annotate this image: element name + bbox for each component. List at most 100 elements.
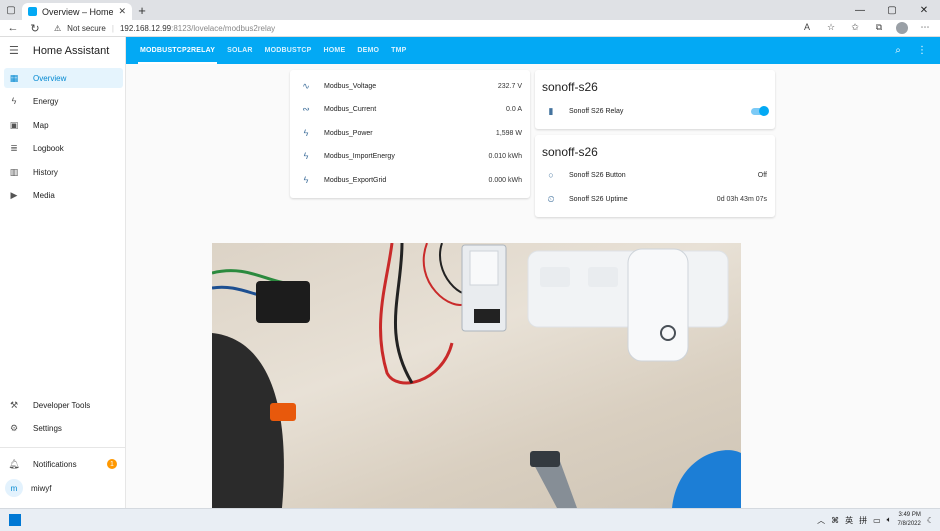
browser-tab-bar: ▢ Overview – Home Assistant ✕ + — ▢ ✕ [0,0,940,20]
sidebar-item-label: History [33,167,58,177]
sidebar-item-history[interactable]: ▥ History [4,162,123,182]
window-menu-icon[interactable]: ▢ [0,0,22,20]
hammer-icon: ⚒ [9,399,19,410]
entity-row[interactable]: ∿ Modbus_Voltage 232.7 V [300,79,522,93]
user-avatar: m [5,479,23,497]
network-icon[interactable]: ▭ [873,516,881,525]
omnibox[interactable]: ⚠ Not secure | 192.168.12.99:8123/lovela… [48,21,792,36]
entity-value: 1,598 W [495,129,522,137]
url-host: 192.168.12.99 [119,23,172,33]
close-window-icon[interactable]: ✕ [908,5,940,16]
entity-row[interactable]: ϟ Modbus_ExportGrid 0.000 kWh [300,173,522,187]
tab-tmp[interactable]: TMP [385,37,412,64]
os-taskbar: ︿ ⌘ 英 拼 ▭ 🔈︎ 3:49 PM 7/8/2022 ☾ [0,508,940,531]
tab-demo[interactable]: DEMO [351,37,385,64]
tab-modbustcp2relay[interactable]: MODBUSTCP2RELAY [134,37,221,64]
url-text[interactable]: 192.168.12.99:8123/lovelace/modbus2relay [120,24,275,33]
entity-value: 232.7 V [497,82,522,90]
collections-icon[interactable]: ⧉ [868,22,890,34]
map-icon: ▣ [9,119,19,130]
sidebar-item-notifications[interactable]: 🔔︎ Notifications [4,454,123,474]
new-tab-button[interactable]: + [132,3,152,18]
timer-icon: ⏲ [547,193,555,204]
sidebar-item-label: Energy [33,96,59,106]
profile-avatar-icon[interactable] [896,22,908,34]
more-options-icon[interactable]: ⋯ [914,22,936,34]
entity-row[interactable]: ⏲ Sonoff S26 Uptime 0d 03h 43m 07s [545,192,767,206]
sidebar-item-map[interactable]: ▣ Map [4,115,123,135]
start-button-icon[interactable] [9,514,21,526]
favorite-star-icon[interactable]: ☆ [820,22,842,34]
tab-solar[interactable]: SOLAR [221,37,259,64]
refresh-icon[interactable]: ↻ [26,22,44,35]
entity-name: Modbus_ImportEnergy [324,152,395,160]
taskbar-clock[interactable]: 3:49 PM 7/8/2022 [897,511,920,529]
tab-home[interactable]: HOME [318,37,352,64]
modbus-entities-card: ∿ Modbus_Voltage 232.7 V ∾ Modbus_Curren… [290,70,530,198]
card-title: sonoff-s26 [542,145,598,159]
sidebar-item-label: Overview [33,73,67,83]
browser-tab-title: Overview – Home Assistant [42,6,114,17]
flash-icon: ϟ [303,175,309,185]
sidebar-item-energy[interactable]: ϟ Energy [4,91,123,111]
sidebar-item-developer-tools[interactable]: ⚒ Developer Tools [4,395,123,415]
sidebar-item-label: Settings [33,423,62,433]
sidebar-header: ☰ Home Assistant [0,37,125,64]
ime-mode-icon[interactable]: ⌘ [831,516,839,525]
sidebar-divider [0,447,126,448]
search-icon[interactable]: ⌕ [886,45,910,56]
close-tab-icon[interactable]: ✕ [118,6,126,17]
back-arrow-icon[interactable]: ← [4,22,22,34]
entity-row[interactable]: ○ Sonoff S26 Button Off [545,168,767,182]
system-tray: ︿ ⌘ 英 拼 ▭ 🔈︎ [817,515,891,526]
home-assistant-favicon-icon [28,7,37,16]
play-box-icon: ▶ [10,189,18,200]
entity-row[interactable]: ▮ Sonoff S26 Relay [545,104,769,118]
more-vertical-icon[interactable]: ⋮ [910,45,934,56]
warning-icon[interactable]: ⚠ [54,24,61,33]
power-socket-icon: ▮ [548,105,554,116]
sidebar-item-label: Map [33,120,49,130]
sidebar-item-label: Media [33,190,55,200]
ha-header: MODBUSTCP2RELAY SOLAR MODBUSTCP HOME DEM… [126,37,940,64]
chevron-up-icon[interactable]: ︿ [817,515,825,526]
clock-time: 3:49 PM [898,512,921,518]
camera-picture-card [212,243,741,508]
relay-toggle[interactable] [751,105,769,116]
maximize-icon[interactable]: ▢ [876,5,908,16]
sidebar-item-logbook[interactable]: ≣ Logbook [4,138,123,158]
ime-input-method[interactable]: 拼 [859,515,867,526]
sidebar-item-profile[interactable]: m miwyf [4,478,123,498]
dashboard-main: ∿ Modbus_Voltage 232.7 V ∾ Modbus_Curren… [126,64,940,508]
minimize-icon[interactable]: — [844,5,876,16]
ime-language[interactable]: 英 [845,515,853,526]
tab-modbustcp[interactable]: MODBUSTCP [259,37,318,64]
sonoff-sensors-card: sonoff-s26 ○ Sonoff S26 Button Off ⏲ Son… [535,135,775,217]
gear-icon: ⚙ [9,422,19,433]
entity-name: Sonoff S26 Button [569,171,626,179]
clock-date: 7/8/2022 [897,521,921,527]
hardware-photo [212,243,741,508]
favorites-icon[interactable]: ✩ [844,22,866,34]
entity-value: 0.010 kWh [488,152,522,160]
security-status[interactable]: Not secure [67,24,106,33]
entity-row[interactable]: ϟ Modbus_Power 1,598 W [300,126,522,140]
sonoff-relay-card: sonoff-s26 ▮ Sonoff S26 Relay [535,70,775,129]
read-aloud-icon[interactable]: A [796,22,818,34]
sidebar-item-media[interactable]: ▶ Media [4,185,123,205]
list-icon: ≣ [10,142,18,153]
browser-toolbar: A ☆ ✩ ⧉ ⋯ [796,22,936,34]
sidebar-item-overview[interactable]: ▦ Overview [4,68,123,88]
browser-address-bar: ← ↻ ⚠ Not secure | 192.168.12.99:8123/lo… [0,20,940,37]
sidebar-item-settings[interactable]: ⚙ Settings [4,418,123,438]
notification-center-icon[interactable]: ☾ [927,516,934,525]
toggle-knob [759,105,769,116]
entity-row[interactable]: ∾ Modbus_Current 0.0 A [300,102,522,116]
current-ac-icon: ∾ [302,103,310,114]
sidebar-toggle-icon[interactable]: ☰ [9,44,19,57]
browser-tab[interactable]: Overview – Home Assistant ✕ [22,3,132,20]
entity-row[interactable]: ϟ Modbus_ImportEnergy 0.010 kWh [300,149,522,163]
entity-value: 0.0 A [506,105,522,113]
sidebar-item-label: Logbook [33,143,64,153]
volume-icon[interactable]: 🔈︎ [887,515,892,525]
